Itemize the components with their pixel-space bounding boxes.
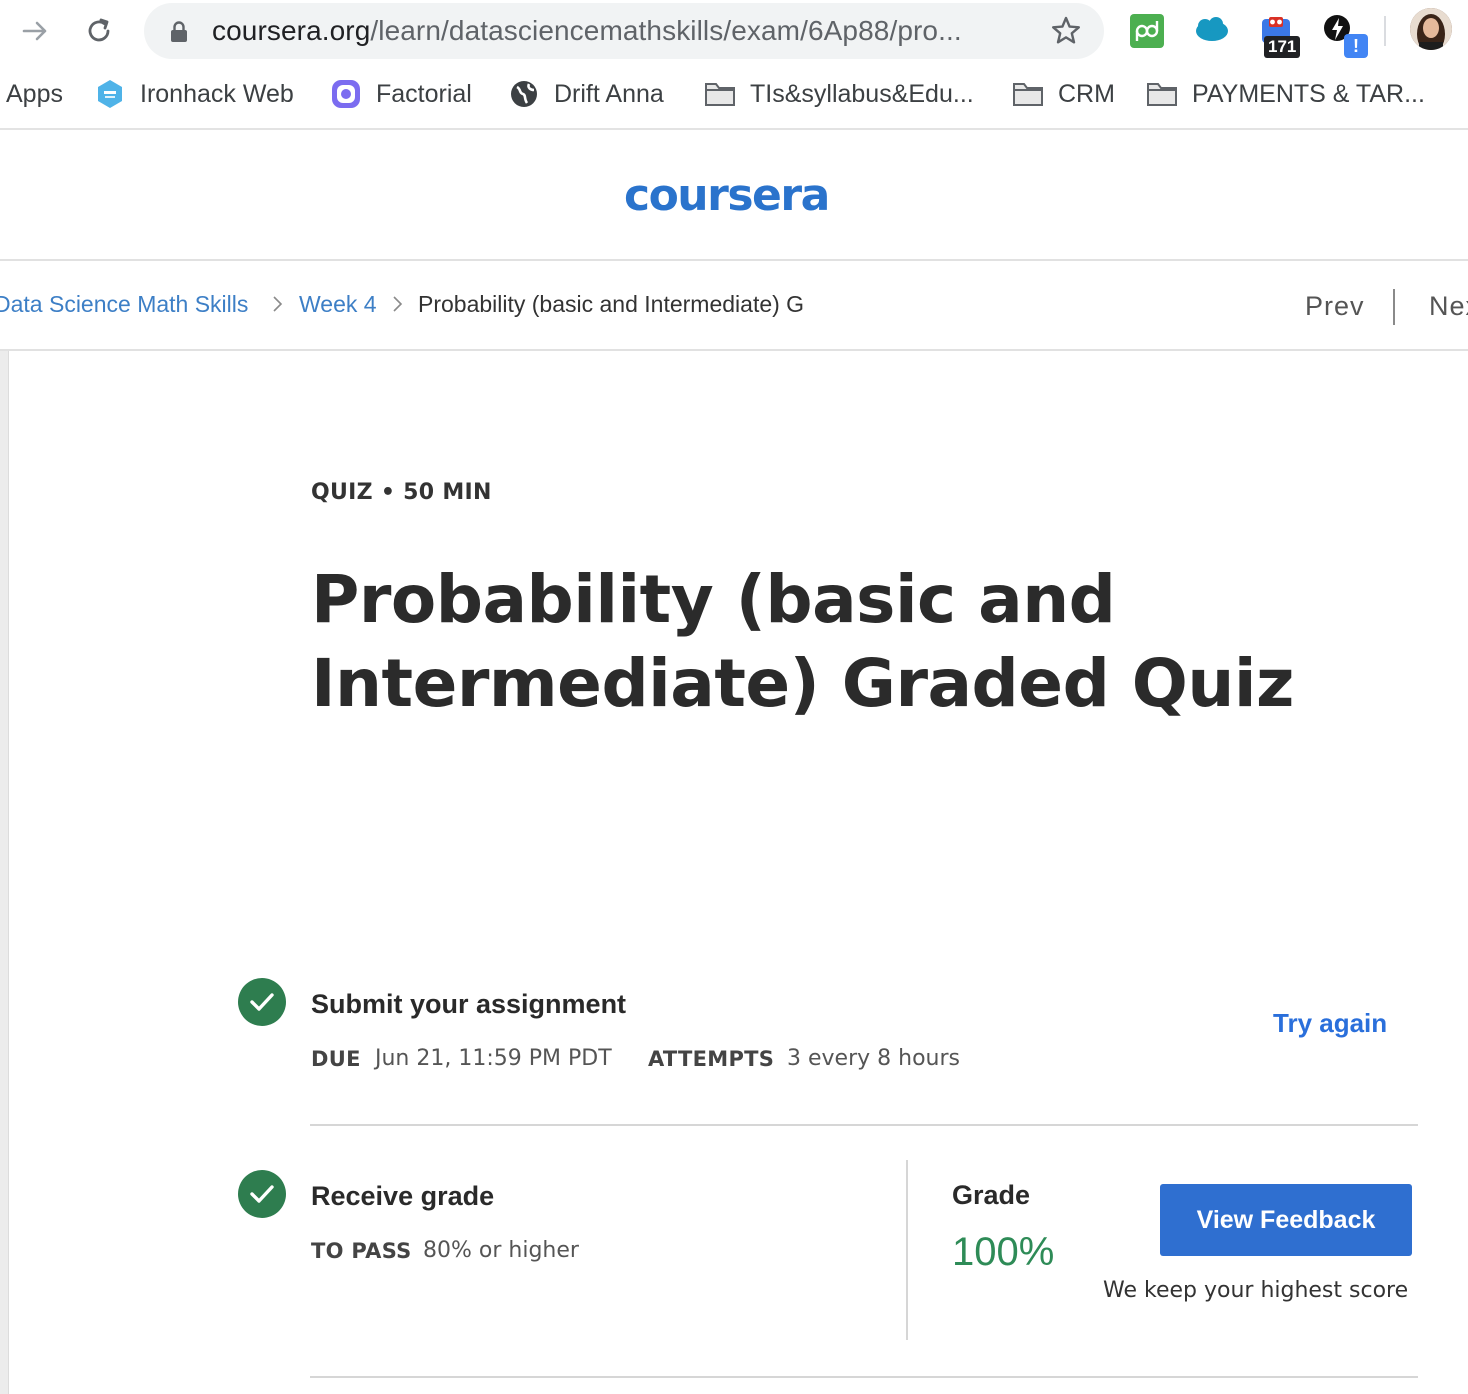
submit-step-title: Submit your assignment — [311, 989, 627, 1019]
factorial-icon — [330, 78, 362, 110]
page-title: Probability (basic and Intermediate) Gra… — [311, 561, 1294, 722]
chevron-right-icon — [392, 295, 404, 318]
coursera-logo-text: coursera — [624, 170, 829, 220]
grade-label: Grade — [952, 1180, 1031, 1210]
to-pass-value: 80% or higher — [423, 1238, 579, 1263]
globe-icon — [508, 78, 540, 110]
prev-button[interactable]: Prev — [1305, 291, 1365, 322]
bookmark-apps[interactable]: Apps — [6, 76, 63, 112]
attempts-value: 3 every 8 hours — [787, 1046, 960, 1071]
bookmark-folder-crm[interactable]: CRM — [1012, 76, 1115, 112]
bookmark-label: TIs&syllabus&Edu... — [750, 79, 974, 108]
folder-icon — [1012, 78, 1044, 110]
ironhack-icon — [94, 78, 126, 110]
forward-arrow-icon[interactable] — [18, 14, 52, 48]
bookmark-label: PAYMENTS & TAR... — [1192, 79, 1425, 108]
sidebar-edge — [0, 351, 9, 1394]
due-value: Jun 21, 11:59 PM PDT — [375, 1046, 612, 1071]
url-host: coursera.org — [212, 15, 371, 46]
bookmark-folder-payments[interactable]: PAYMENTS & TAR... — [1146, 76, 1425, 112]
next-button[interactable]: Nex — [1429, 291, 1468, 322]
breadcrumb-week-link[interactable]: Week 4 — [299, 291, 377, 318]
folder-icon — [1146, 78, 1178, 110]
bookmarks-bar: Apps Ironhack Web Factorial Drift Anna T… — [0, 62, 1468, 130]
check-circle-icon — [238, 1170, 286, 1218]
address-bar[interactable]: coursera.org/learn/datasciencemathskills… — [144, 3, 1104, 59]
site-header: coursera — [0, 130, 1468, 261]
bookmark-label: Apps — [6, 79, 63, 108]
bookmark-label: Ironhack Web — [140, 79, 294, 108]
bookmark-star-icon[interactable] — [1050, 15, 1082, 52]
bookmark-drift-anna[interactable]: Drift Anna — [508, 76, 664, 112]
bookmark-label: Drift Anna — [554, 79, 664, 108]
toolbar-divider — [1384, 16, 1386, 46]
check-circle-icon — [238, 978, 286, 1026]
receive-grade-title: Receive grade — [311, 1181, 495, 1211]
bookmark-label: CRM — [1058, 79, 1115, 108]
breadcrumb-current-item: Probability (basic and Intermediate) G — [418, 291, 805, 317]
attempts-label: ATTEMPTS — [648, 1047, 775, 1071]
profile-avatar[interactable] — [1410, 8, 1452, 50]
reload-icon[interactable] — [82, 14, 116, 48]
to-pass-label: TO PASS — [311, 1239, 412, 1263]
view-feedback-button[interactable]: View Feedback — [1160, 1184, 1412, 1256]
prev-next-divider — [1393, 289, 1395, 325]
browser-toolbar: coursera.org/learn/datasciencemathskills… — [0, 0, 1468, 62]
bookmark-ironhack-web[interactable]: Ironhack Web — [94, 76, 294, 112]
section-divider — [310, 1376, 1418, 1378]
extension-alert-badge: ! — [1344, 34, 1368, 58]
chevron-right-icon — [272, 295, 284, 318]
highest-score-note: We keep your highest score — [1103, 1278, 1409, 1303]
bookmark-label: Factorial — [376, 79, 472, 108]
pandadoc-extension-icon[interactable] — [1130, 14, 1164, 48]
extension-badge-count: 171 — [1264, 36, 1301, 58]
quiz-meta: QUIZ • 50 MIN — [311, 480, 492, 505]
lock-icon — [170, 21, 188, 48]
coursera-logo[interactable]: coursera — [624, 170, 844, 225]
grade-divider — [906, 1160, 908, 1340]
grade-value: 100% — [952, 1230, 1055, 1274]
url-text: coursera.org/learn/datasciencemathskills… — [212, 15, 962, 47]
section-divider — [310, 1124, 1418, 1126]
try-again-link[interactable]: Try again — [1273, 1008, 1387, 1039]
breadcrumb: Data Science Math Skills Week 4 Probabil… — [0, 261, 1468, 351]
folder-icon — [704, 78, 736, 110]
url-path: /learn/datasciencemathskills/exam/6Ap88/… — [370, 15, 962, 46]
due-label: DUE — [311, 1047, 361, 1071]
breadcrumb-course-link[interactable]: Data Science Math Skills — [0, 291, 248, 318]
bookmark-factorial[interactable]: Factorial — [330, 76, 472, 112]
salesforce-extension-icon[interactable] — [1194, 12, 1230, 48]
bookmark-folder-tis-syllabus[interactable]: TIs&syllabus&Edu... — [704, 76, 974, 112]
